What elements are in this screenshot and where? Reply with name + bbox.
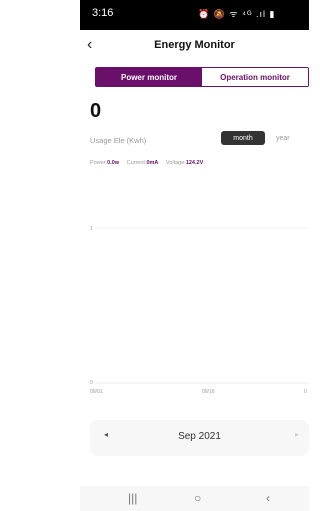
y-tick-label: 0: [90, 380, 93, 386]
x-tick-label: 0: [304, 389, 307, 395]
x-tick-label: 09/16: [202, 389, 215, 395]
current-value: 0mA: [146, 160, 159, 166]
next-month-icon[interactable]: ▸: [295, 430, 299, 439]
phone-screen: 3:16 ⏰ 🔕 ᯤ ⁴ᴳ .ıl ▮ ‹ Energy Monitor Pow…: [80, 0, 309, 511]
system-nav-bar: ||| ○ ‹: [80, 486, 309, 511]
page-title: Energy Monitor: [154, 39, 235, 51]
status-bar: 3:16 ⏰ 🔕 ᯤ ⁴ᴳ .ıl ▮: [80, 0, 309, 30]
x-tick-label: 09/01: [90, 389, 103, 395]
readings-row: Power:0.0w Current:0mA Voltage:124.2V: [90, 160, 209, 166]
left-margin: [0, 0, 80, 511]
usage-value: 0: [90, 100, 102, 122]
month-button[interactable]: month: [221, 131, 265, 145]
home-icon[interactable]: ○: [194, 491, 201, 505]
usage-chart: 1 0 09/01 09/16 0: [90, 226, 309, 395]
voltage-value: 124.2V: [185, 160, 204, 166]
current-label: Current:: [126, 160, 147, 166]
date-navigator: ◂ Sep 2021 ▸: [90, 420, 309, 456]
year-button[interactable]: year: [276, 131, 290, 145]
power-label: Power:: [90, 160, 108, 166]
usage-label: Usage Ele (Kwh): [90, 136, 147, 145]
power-value: 0.0w: [107, 160, 120, 166]
status-icons: ⏰ 🔕 ᯤ ⁴ᴳ .ıl ▮: [198, 9, 276, 19]
system-back-icon[interactable]: ‹: [266, 491, 270, 505]
tab-power-monitor[interactable]: Power monitor: [96, 68, 202, 86]
y-tick-label: 1: [90, 226, 93, 232]
recent-apps-icon[interactable]: |||: [128, 491, 137, 505]
tab-operation-monitor[interactable]: Operation monitor: [202, 68, 308, 86]
status-time: 3:16: [92, 7, 114, 19]
voltage-label: Voltage:: [165, 160, 186, 166]
app-header: ‹ Energy Monitor: [80, 30, 309, 62]
current-period-label: Sep 2021: [178, 431, 221, 442]
monitor-tabs: Power monitor Operation monitor: [95, 67, 309, 87]
